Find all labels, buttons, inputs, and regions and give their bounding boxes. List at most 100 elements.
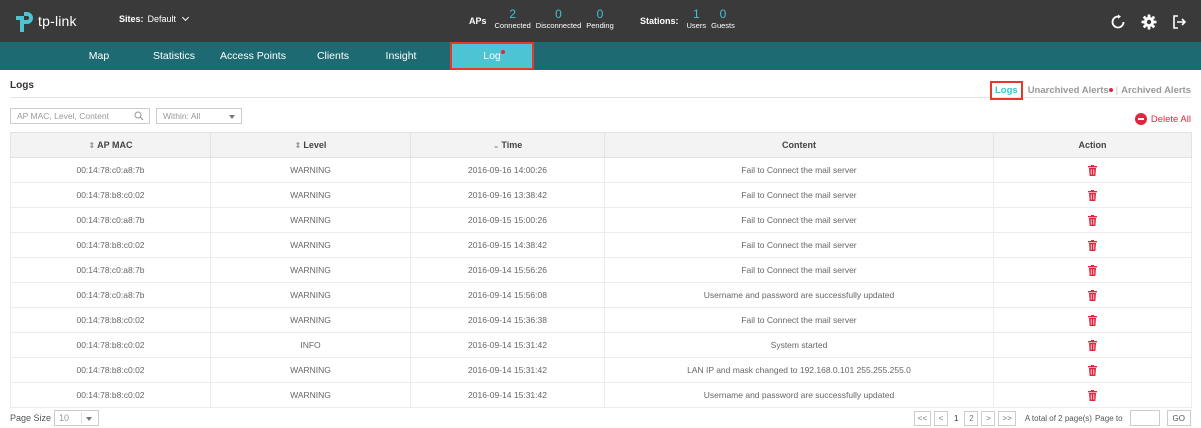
cell-level: INFO — [210, 332, 411, 358]
cell-ap-mac: 00:14:78:b8:c0:02 — [10, 357, 211, 383]
subtab-archived-alerts[interactable]: Archived Alerts — [1121, 85, 1191, 96]
column-ap-mac[interactable]: ⇕ AP MAC — [10, 132, 211, 158]
aps-label: APs — [469, 16, 487, 26]
main-nav: Map Statistics Access Points Clients Ins… — [0, 42, 1201, 70]
delete-all-button[interactable]: Delete All — [1134, 113, 1191, 125]
cell-action — [993, 382, 1192, 408]
table-row: 00:14:78:c0:a8:7b WARNING 2016-09-15 15:00… — [10, 207, 1192, 233]
trash-icon[interactable] — [1088, 339, 1097, 351]
sites-selector[interactable]: Sites: Default — [119, 13, 190, 24]
next-page-button[interactable]: > — [981, 410, 996, 426]
stations-label: Stations: — [640, 16, 679, 26]
within-select[interactable]: Within: All — [156, 108, 242, 124]
cell-ap-mac: 00:14:78:b8:c0:02 — [10, 307, 211, 333]
sites-label: Sites: — [119, 14, 144, 24]
go-button[interactable]: GO — [1166, 410, 1191, 426]
cell-time: 2016-09-14 15:56:08 — [410, 282, 605, 308]
search-icon[interactable] — [134, 111, 144, 121]
column-action: Action — [993, 132, 1192, 158]
stat-name: Pending — [586, 21, 614, 30]
cell-level: WARNING — [210, 282, 411, 308]
trash-icon[interactable] — [1088, 164, 1097, 176]
cell-content: System started — [604, 332, 994, 358]
divider — [81, 413, 83, 423]
stations-guests[interactable]: 0 Guests — [711, 8, 735, 31]
trash-icon[interactable] — [1088, 289, 1097, 301]
trash-icon[interactable] — [1088, 389, 1097, 401]
column-label: Action — [1078, 140, 1107, 150]
trash-icon[interactable] — [1088, 314, 1097, 326]
stat-name: Disconnected — [535, 21, 582, 30]
pagination: << < 1 2 > >> A total of 2 page(s) Page … — [913, 410, 1191, 426]
column-label: Time — [501, 140, 523, 150]
stat-name: Users — [686, 21, 707, 30]
stat-number: 1 — [692, 7, 700, 21]
cell-time: 2016-09-14 15:31:42 — [410, 332, 605, 358]
search-input[interactable]: AP MAC, Level, Content — [10, 108, 150, 124]
cell-action — [993, 332, 1192, 358]
table-header-row: ⇕ AP MAC ⇕ Level ⌄ Time Content Action — [10, 132, 1192, 158]
table-row: 00:14:78:b8:c0:02 WARNING 2016-09-14 15:31… — [10, 382, 1192, 408]
caret-down-icon — [86, 417, 93, 421]
page-size-value: 10 — [59, 413, 70, 423]
aps-pending[interactable]: 0 Pending — [586, 8, 614, 31]
stat-number: 0 — [555, 7, 562, 21]
page-2-button[interactable]: 2 — [964, 410, 979, 426]
page-to-input[interactable] — [1129, 410, 1160, 426]
notification-dot — [1108, 87, 1113, 92]
trash-icon[interactable] — [1088, 264, 1097, 276]
last-page-button[interactable]: >> — [998, 410, 1016, 426]
prev-page-button[interactable]: < — [934, 410, 949, 426]
column-level[interactable]: ⇕ Level — [210, 132, 411, 158]
logout-icon[interactable] — [1171, 14, 1187, 30]
highlight-box — [450, 42, 534, 70]
page-size: Page Size 10 — [10, 410, 100, 426]
cell-level: WARNING — [210, 182, 411, 208]
nav-clients[interactable]: Clients — [306, 42, 360, 70]
sort-icon: ⇕ — [88, 141, 96, 150]
cell-action — [993, 182, 1192, 208]
stations-stats: Stations: 1 Users 0 Guests — [640, 8, 740, 31]
delete-all-label: Delete All — [1150, 113, 1191, 125]
cell-time: 2016-09-15 14:38:42 — [410, 232, 605, 258]
nav-map[interactable]: Map — [72, 42, 126, 70]
gear-icon[interactable] — [1141, 14, 1157, 30]
subtab-unarchived-alerts[interactable]: Unarchived Alerts — [1028, 85, 1109, 96]
cell-level: WARNING — [210, 357, 411, 383]
cell-level: WARNING — [210, 232, 411, 258]
trash-icon[interactable] — [1088, 189, 1097, 201]
first-page-button[interactable]: << — [913, 410, 932, 426]
nav-access-points[interactable]: Access Points — [214, 42, 292, 70]
nav-insight[interactable]: Insight — [375, 42, 427, 70]
log-subtabs: Logs Unarchived Alerts | Archived Alerts — [989, 81, 1191, 100]
page-title: Logs — [10, 80, 34, 91]
column-time[interactable]: ⌄ Time — [410, 132, 605, 158]
trash-icon[interactable] — [1088, 214, 1097, 226]
cell-level: WARNING — [210, 157, 411, 183]
column-label: Level — [303, 140, 327, 150]
cell-action — [993, 232, 1192, 258]
cell-time: 2016-09-16 14:00:26 — [410, 157, 605, 183]
tp-link-logo[interactable]: tp-link — [14, 9, 77, 33]
trash-icon[interactable] — [1088, 364, 1097, 376]
stations-users[interactable]: 1 Users — [687, 8, 707, 31]
column-label: Content — [782, 140, 816, 150]
nav-statistics[interactable]: Statistics — [143, 42, 205, 70]
page-size-select[interactable]: 10 — [54, 410, 100, 426]
cell-ap-mac: 00:14:78:b8:c0:02 — [10, 182, 211, 208]
cell-action — [993, 257, 1192, 283]
aps-connected[interactable]: 2 Connected — [495, 8, 531, 31]
trash-icon[interactable] — [1088, 239, 1097, 251]
cell-ap-mac: 00:14:78:b8:c0:02 — [10, 382, 211, 408]
cell-time: 2016-09-15 15:00:26 — [410, 207, 605, 233]
refresh-icon[interactable] — [1110, 14, 1126, 30]
aps-stats: APs 2 Connected 0 Disconnected 0 Pending — [469, 8, 619, 31]
tp-link-logo-icon — [16, 12, 33, 32]
cell-action — [993, 282, 1192, 308]
cell-level: WARNING — [210, 257, 411, 283]
table-row: 00:14:78:b8:c0:02 WARNING 2016-09-16 13:38… — [10, 182, 1192, 208]
subtab-logs[interactable]: Logs — [989, 81, 1023, 100]
cell-time: 2016-09-14 15:36:38 — [410, 307, 605, 333]
aps-disconnected[interactable]: 0 Disconnected — [536, 8, 581, 31]
page-1-button[interactable]: 1 — [951, 414, 961, 423]
